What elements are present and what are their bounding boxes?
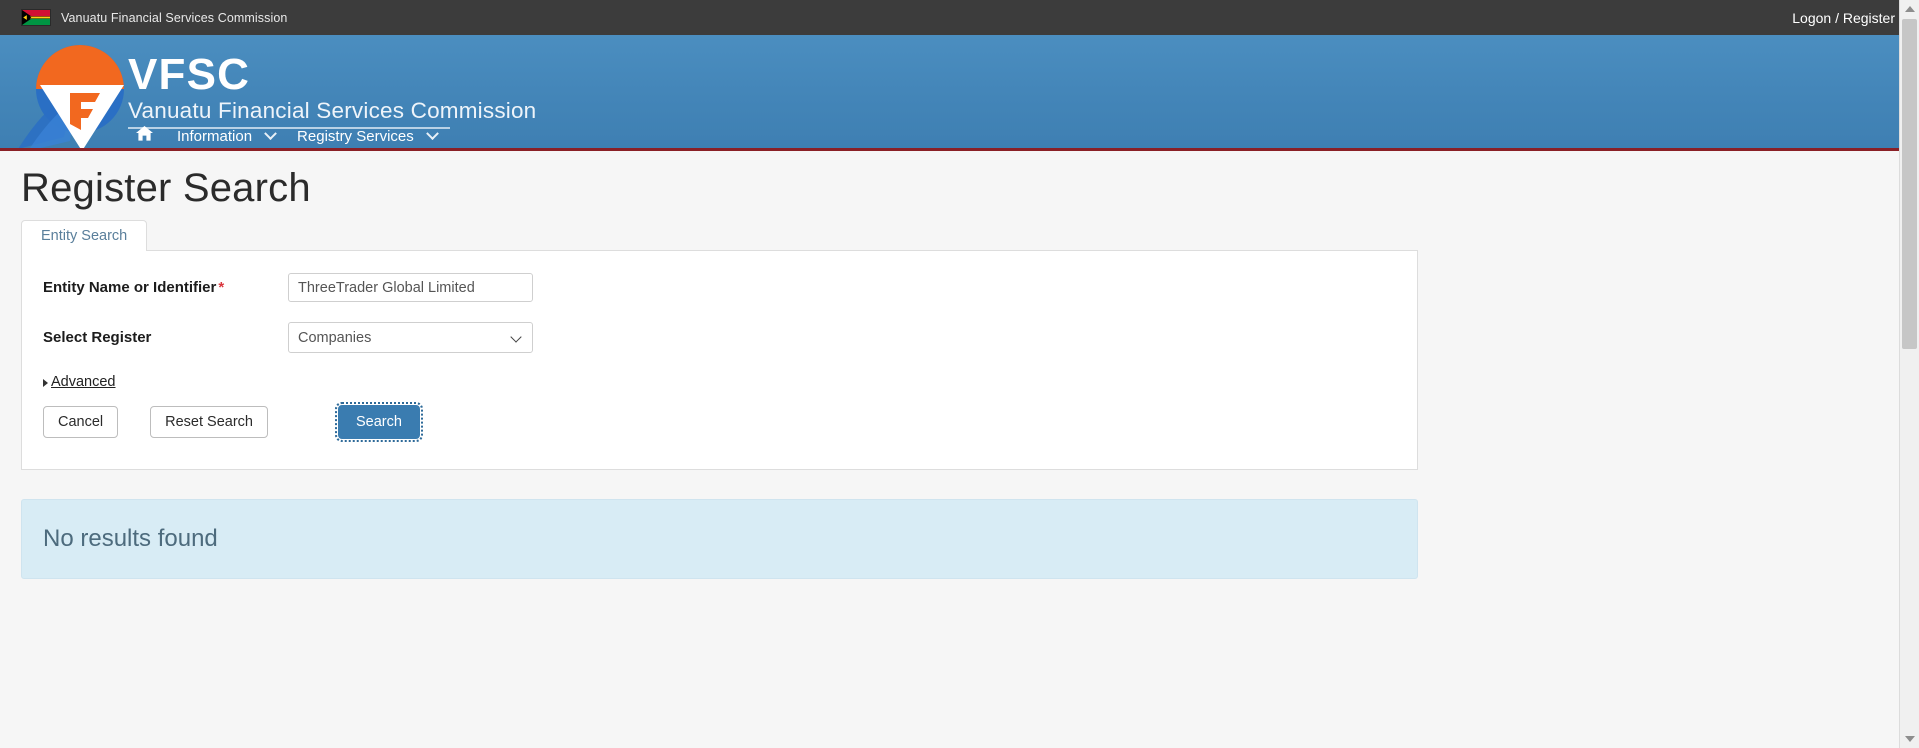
entity-name-row: Entity Name or Identifier * [22, 273, 1417, 302]
scroll-down-triangle [1904, 736, 1915, 742]
entity-name-input[interactable] [288, 273, 533, 302]
search-results-panel: No results found [21, 499, 1418, 579]
tab-bar: Entity Search [21, 217, 1899, 251]
chevron-down-icon [510, 331, 522, 343]
select-register-label: Select Register [43, 329, 152, 346]
search-button[interactable]: Search [335, 402, 423, 442]
topbar-brand: Vanuatu Financial Services Commission [0, 9, 287, 26]
logon-register-link[interactable]: Logon / Register [1792, 10, 1895, 26]
advanced-toggle-link[interactable]: Advanced [51, 374, 116, 390]
nav-item-information-label: Information [177, 127, 253, 145]
select-register-row: Select Register Companies [22, 322, 1417, 353]
main-content: Register Search Entity Search Entity Nam… [0, 151, 1899, 579]
nav-home-link[interactable] [128, 120, 161, 150]
tab-entity-search-label: Entity Search [41, 228, 128, 244]
entity-name-label-text: Entity Name or Identifier [43, 279, 217, 296]
chevron-down-icon [264, 126, 277, 140]
required-asterisk: * [218, 279, 225, 296]
chevron-down-icon [425, 126, 439, 140]
advanced-toggle-row: Advanced [22, 373, 1417, 391]
brand-acronym: VFSC [128, 50, 251, 99]
home-icon [136, 126, 153, 146]
tab-entity-search[interactable]: Entity Search [21, 220, 148, 251]
scroll-up-triangle [1904, 6, 1915, 12]
reset-search-button[interactable]: Reset Search [150, 406, 268, 438]
page-title: Register Search [21, 166, 311, 210]
nav-item-registry-services-label: Registry Services [297, 127, 414, 145]
masthead: VFSC Vanuatu Financial Services Commissi… [0, 35, 1899, 150]
cancel-button[interactable]: Cancel [43, 406, 119, 438]
scroll-up-arrow-icon[interactable] [1900, 0, 1919, 18]
page-root: Vanuatu Financial Services Commission Lo… [0, 0, 1919, 748]
topbar-site-name: Vanuatu Financial Services Commission [61, 10, 288, 25]
no-results-message: No results found [43, 525, 218, 552]
utility-topbar: Vanuatu Financial Services Commission Lo… [0, 0, 1919, 35]
select-register-dropdown[interactable]: Companies [288, 322, 533, 353]
nav-item-information[interactable]: Information [167, 120, 287, 150]
form-button-row: Cancel Reset Search Search [22, 402, 1417, 442]
entity-search-panel: Entity Name or Identifier* Select Regist… [21, 250, 1418, 470]
page-scrollbar[interactable] [1899, 0, 1919, 748]
nav-item-registry-services[interactable]: Registry Services [287, 120, 449, 150]
entity-name-label: Entity Name or Identifier * [22, 279, 288, 296]
select-register-value: Companies [298, 329, 372, 346]
scrollbar-thumb[interactable] [1902, 19, 1917, 349]
triangle-right-icon [43, 379, 48, 387]
primary-navigation: Information Registry Services [128, 120, 449, 150]
brand-text-block: VFSC Vanuatu Financial Services Commissi… [128, 53, 536, 129]
scroll-down-arrow-icon[interactable] [1900, 730, 1919, 748]
vanuatu-flag-icon [21, 9, 51, 26]
